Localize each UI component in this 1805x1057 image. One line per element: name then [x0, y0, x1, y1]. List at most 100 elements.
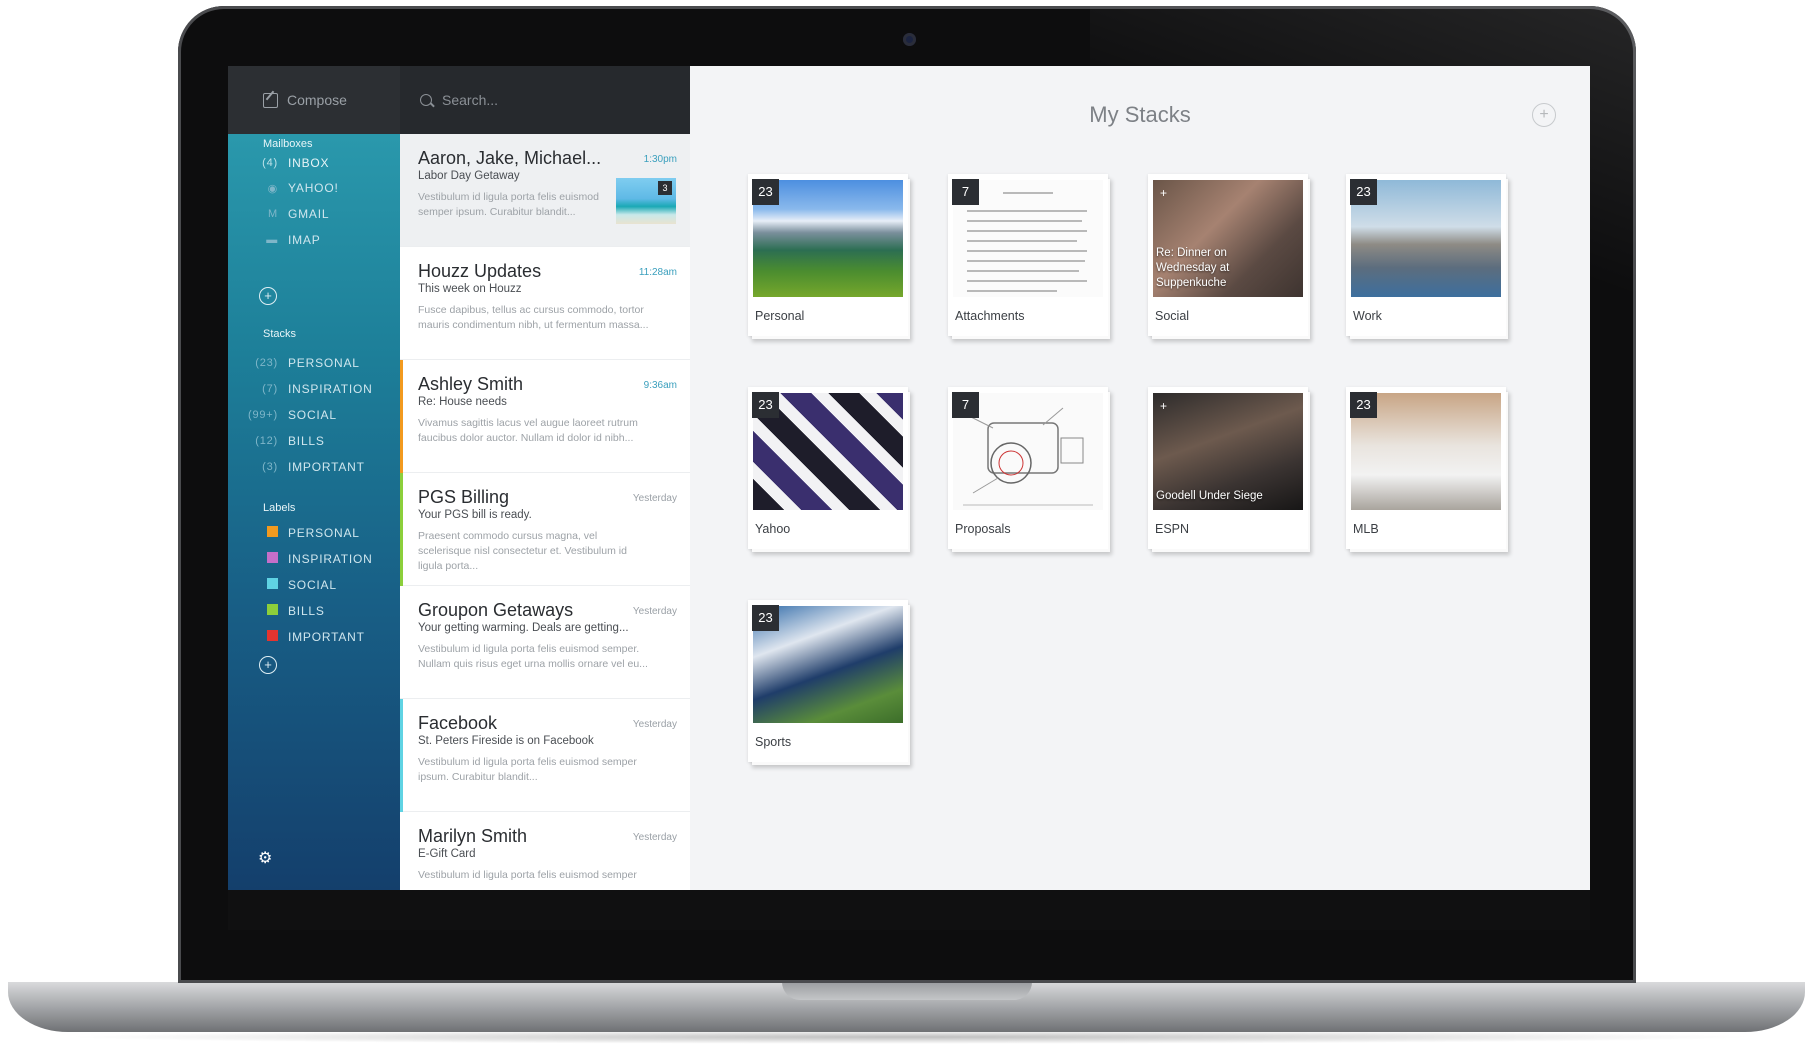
- stack-card-personal[interactable]: 23 Personal: [748, 174, 908, 336]
- sidebar-item-label: INBOX: [288, 156, 330, 170]
- stack-caption: Sports: [755, 735, 792, 749]
- star-icon: +: [1160, 186, 1168, 200]
- sidebar-item-label: YAHOO!: [288, 181, 339, 195]
- sidebar-item-label: SOCIAL: [288, 578, 337, 592]
- stack-card-mlb[interactable]: 23 MLB: [1346, 387, 1506, 549]
- labels-title: Labels: [263, 502, 296, 514]
- sidebar-item-label: PERSONAL: [288, 356, 360, 370]
- label-swatch: [267, 604, 278, 615]
- sidebar-item-label-bills[interactable]: BILLS: [228, 599, 400, 623]
- message-item[interactable]: Ashley Smith 9:36am Re: House needs Viva…: [400, 360, 690, 473]
- search-input[interactable]: Search...: [442, 92, 498, 108]
- message-subject: St. Peters Fireside is on Facebook: [418, 735, 594, 747]
- attachment-count: 3: [658, 181, 672, 195]
- message-item[interactable]: Houzz Updates 11:28am This week on Houzz…: [400, 247, 690, 360]
- page-title: My Stacks: [1089, 102, 1191, 127]
- stack-overlay-text: Goodell Under Siege: [1156, 490, 1263, 502]
- label-accent-bar: [400, 699, 403, 812]
- stack-caption: Social: [1155, 309, 1190, 323]
- add-mailbox-icon[interactable]: +: [259, 287, 277, 305]
- label-accent-bar: [400, 473, 403, 586]
- message-preview: Vestibulum id ligula porta felis euismod…: [418, 643, 648, 670]
- attachment-thumbnail[interactable]: 3: [616, 178, 676, 224]
- stack-count-badge: 23: [1350, 392, 1377, 418]
- message-subject: E-Gift Card: [418, 848, 476, 860]
- stack-count: (7): [262, 383, 278, 395]
- sidebar-item-gmail[interactable]: M GMAIL: [228, 202, 400, 226]
- sidebar-item-label: PERSONAL: [288, 526, 360, 540]
- gear-icon[interactable]: ⚙: [258, 851, 272, 867]
- sidebar-item-stack-important[interactable]: (3) IMPORTANT: [228, 455, 400, 479]
- laptop-notch: [782, 982, 1032, 1000]
- sidebar-item-label: IMPORTANT: [288, 630, 365, 644]
- add-label-icon[interactable]: +: [259, 656, 277, 674]
- message-time: Yesterday: [632, 832, 677, 843]
- sidebar-item-stack-bills[interactable]: (12) BILLS: [228, 429, 400, 453]
- stack-count: (23): [255, 357, 278, 369]
- stack-overlay-text: Re: Dinner on Wednesday at Suppenkuche: [1156, 247, 1230, 289]
- message-time: Yesterday: [632, 719, 677, 730]
- label-swatch: [267, 526, 278, 537]
- sidebar-item-label-personal[interactable]: PERSONAL: [228, 521, 400, 545]
- sidebar-item-label: BILLS: [288, 604, 325, 618]
- sidebar-item-stack-social[interactable]: (99+) SOCIAL: [228, 403, 400, 427]
- stack-card-attachments[interactable]: 7 Attachments: [948, 174, 1108, 336]
- search-bar[interactable]: Search...: [400, 66, 690, 134]
- message-subject: Your getting warming. Deals are getting.…: [418, 622, 629, 634]
- label-swatch: [267, 578, 278, 589]
- compose-button[interactable]: Compose: [228, 66, 400, 134]
- sidebar-item-label: GMAIL: [288, 207, 330, 221]
- sidebar-item-label: SOCIAL: [288, 408, 337, 422]
- sidebar-item-label-important[interactable]: IMPORTANT: [228, 625, 400, 649]
- label-swatch: [267, 630, 278, 641]
- stack-card-sports[interactable]: 23 Sports: [748, 600, 908, 762]
- message-preview: Vestibulum id ligula porta felis euismod…: [418, 869, 637, 881]
- stack-caption: ESPN: [1155, 522, 1190, 536]
- sidebar-item-label-social[interactable]: SOCIAL: [228, 573, 400, 597]
- inbox-count: (4): [262, 157, 278, 169]
- message-item[interactable]: Facebook Yesterday St. Peters Fireside i…: [400, 699, 690, 812]
- stack-card-social[interactable]: + Re: Dinner on Wednesday at Suppenkuche…: [1148, 174, 1308, 336]
- stack-count-badge: 23: [752, 179, 779, 205]
- sidebar: Compose Mailboxes (4) INBOX ◉ YAHOO! M G…: [228, 66, 400, 890]
- sidebar-item-imap[interactable]: ▬ IMAP: [228, 228, 400, 252]
- add-stack-button[interactable]: +: [1532, 103, 1556, 127]
- sidebar-item-label-inspiration[interactable]: INSPIRATION: [228, 547, 400, 571]
- message-sender: Aaron, Jake, Michael...: [418, 148, 602, 168]
- message-time: Yesterday: [632, 606, 677, 617]
- message-time: 9:36am: [643, 380, 677, 391]
- message-subject: This week on Houzz: [418, 283, 522, 295]
- search-icon: [420, 94, 432, 106]
- stack-count: (99+): [248, 409, 278, 421]
- sidebar-item-label: INSPIRATION: [288, 552, 373, 566]
- stack-card-proposals[interactable]: 7 Proposals: [948, 387, 1108, 549]
- stack-card-work[interactable]: 23 Work: [1346, 174, 1506, 336]
- message-list: Search... Aaron, Jake, Michael... 1:30pm…: [400, 66, 690, 890]
- stack-count-badge: 7: [952, 392, 979, 418]
- laptop-shadow: [60, 1030, 1760, 1044]
- stack-caption: MLB: [1353, 522, 1379, 536]
- stack-count: (3): [262, 461, 278, 473]
- message-item[interactable]: Groupon Getaways Yesterday Your getting …: [400, 586, 690, 699]
- message-preview: Vivamus sagittis lacus vel augue laoreet…: [418, 417, 638, 444]
- app-screen: Compose Mailboxes (4) INBOX ◉ YAHOO! M G…: [228, 66, 1590, 890]
- yahoo-icon: ◉: [267, 182, 278, 195]
- message-item[interactable]: PGS Billing Yesterday Your PGS bill is r…: [400, 473, 690, 586]
- sidebar-item-stack-personal[interactable]: (23) PERSONAL: [228, 351, 400, 375]
- stack-count: (12): [255, 435, 278, 447]
- sidebar-item-yahoo[interactable]: ◉ YAHOO!: [228, 176, 400, 200]
- stack-count-badge: 7: [952, 179, 979, 205]
- screen-chin: [228, 890, 1590, 930]
- message-subject: Your PGS bill is ready.: [418, 509, 532, 521]
- label-accent-bar: [400, 360, 403, 473]
- sidebar-item-label: IMAP: [288, 233, 321, 247]
- message-item[interactable]: Aaron, Jake, Michael... 1:30pm Labor Day…: [400, 134, 690, 247]
- sidebar-item-inbox[interactable]: (4) INBOX: [228, 151, 400, 175]
- stack-card-espn[interactable]: + Goodell Under Siege ESPN: [1148, 387, 1308, 549]
- message-item[interactable]: Marilyn Smith Yesterday E-Gift Card Vest…: [400, 812, 690, 890]
- sidebar-item-stack-inspiration[interactable]: (7) INSPIRATION: [228, 377, 400, 401]
- stack-card-yahoo[interactable]: 23 Yahoo: [748, 387, 908, 549]
- camera-icon: [903, 33, 916, 46]
- message-time: Yesterday: [632, 493, 677, 504]
- message-preview: Praesent commodo cursus magna, vel scele…: [418, 530, 627, 572]
